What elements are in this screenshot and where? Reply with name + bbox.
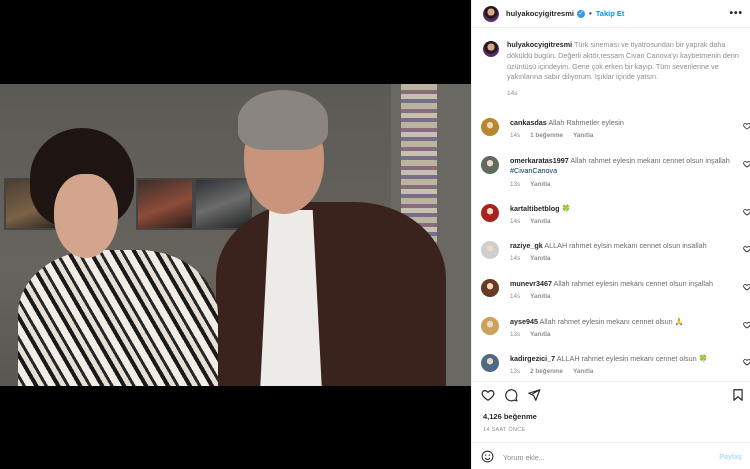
commenter-username[interactable]: omerkaratas1997 (510, 156, 569, 165)
commenter-username[interactable]: kadirgezici_7 (510, 354, 555, 363)
profile-avatar[interactable] (483, 5, 499, 22)
heart-outline-icon[interactable] (481, 388, 495, 402)
comment-item: omerkaratas1997 Allah rahmet eylesin mek… (481, 156, 750, 188)
reply-button[interactable]: Yanıtla (530, 255, 550, 262)
comment-text: Allah Rahmetler eylesin (548, 118, 624, 127)
comment-item: ayse945 Allah rahmet eylesin mekanı cenn… (481, 317, 750, 338)
comment-text: Allah rahmet eylesin mekanı cennet olsun… (553, 279, 713, 288)
commenter-avatar[interactable] (481, 354, 499, 372)
comment-heart-icon[interactable] (743, 208, 750, 216)
comment-time[interactable]: 14s (510, 218, 520, 225)
commenter-username[interactable]: raziye_gk (510, 241, 543, 250)
bookmark-icon[interactable] (731, 388, 745, 402)
post-comment-button[interactable]: Paylaş (719, 452, 742, 461)
reply-button[interactable]: Yanıtla (530, 181, 550, 188)
comment-hashtag[interactable]: #CivanCanova (510, 166, 557, 175)
comment-item: raziye_gk ALLAH rahmet eylsin mekanı cen… (481, 241, 750, 262)
comment-like-count[interactable]: 2 beğenme (530, 368, 563, 375)
commenter-username[interactable]: munevr3467 (510, 279, 552, 288)
comment-heart-icon[interactable] (743, 321, 750, 329)
comment-heart-icon[interactable] (743, 358, 750, 366)
post-actions: 4,126 beğenme 14 SAAT ÖNCE Paylaş (472, 381, 750, 469)
comment-heart-icon[interactable] (743, 283, 750, 291)
comment-text: ALLAH rahmet eylesin mekanı cennet olsun (556, 354, 697, 363)
comment-input[interactable] (503, 450, 703, 464)
comment-text: Allah rahmet eylesin mekanı cennet olsun (539, 317, 673, 326)
comment-emoji: 🍀 (561, 204, 571, 213)
header-separator: • (588, 9, 592, 18)
commenter-username[interactable]: ayse945 (510, 317, 538, 326)
comment-time[interactable]: 13s (510, 368, 520, 375)
verified-badge-icon: ✓ (576, 9, 585, 18)
photo-person-woman (18, 128, 218, 386)
reply-button[interactable]: Yanıtla (530, 331, 550, 338)
add-comment-bar: Paylaş (472, 442, 750, 469)
photo-person-man (216, 90, 446, 386)
post-media-pane (0, 0, 471, 469)
comment-item: kartaltibetblog 🍀 14s Yanıtla (481, 204, 750, 225)
smiley-icon[interactable] (481, 450, 494, 463)
commenter-avatar[interactable] (481, 317, 499, 335)
comment-emoji: 🍀 (698, 354, 708, 363)
post-username[interactable]: hulyakocyigitresmi (506, 9, 574, 18)
comment-text: ALLAH rahmet eylsin mekanı cennet olsun … (544, 241, 707, 250)
commenter-avatar[interactable] (481, 204, 499, 222)
post-timestamp[interactable]: 14 SAAT ÖNCE (483, 427, 526, 433)
comment-item: kadirgezici_7 ALLAH rahmet eylesin mekan… (481, 354, 750, 375)
commenter-avatar[interactable] (481, 241, 499, 259)
post-header: hulyakocyigitresmi ✓ • Takip Et ••• (472, 0, 750, 28)
comment-time[interactable]: 13s (510, 181, 520, 188)
reply-button[interactable]: Yanıtla (573, 368, 593, 375)
more-options-icon[interactable]: ••• (729, 8, 743, 19)
comment-time[interactable]: 13s (510, 331, 520, 338)
comment-heart-icon[interactable] (743, 160, 750, 168)
comment-time[interactable]: 14s (510, 255, 520, 262)
reply-button[interactable]: Yanıtla (530, 293, 550, 300)
commenter-avatar[interactable] (481, 279, 499, 297)
post-photo[interactable] (0, 84, 471, 386)
commenter-avatar[interactable] (481, 156, 499, 174)
comment-item: cankasdas Allah Rahmetler eylesin 14s 1 be… (481, 118, 750, 139)
post-caption: hulyakocyigitresmi Türk sineması ve tiya… (483, 40, 745, 97)
like-count[interactable]: 4,126 beğenme (483, 412, 537, 421)
caption-username[interactable]: hulyakocyigitresmi (507, 40, 572, 49)
comment-item: munevr3467 Allah rahmet eylesin mekanı c… (481, 279, 750, 300)
commenter-avatar[interactable] (481, 118, 499, 136)
commenter-username[interactable]: kartaltibetblog (510, 204, 560, 213)
commenter-username[interactable]: cankasdas (510, 118, 547, 127)
comment-text: Allah rahmet eylesin mekanı cennet olsun… (570, 156, 730, 165)
comment-heart-icon[interactable] (743, 245, 750, 253)
reply-button[interactable]: Yanıtla (573, 132, 593, 139)
post-side-panel: hulyakocyigitresmi ✓ • Takip Et ••• huly… (471, 0, 750, 469)
paper-plane-icon[interactable] (527, 388, 541, 402)
caption-time[interactable]: 14s (507, 90, 743, 97)
caption-avatar[interactable] (483, 41, 499, 57)
follow-button[interactable]: Takip Et (596, 9, 625, 18)
comment-icon[interactable] (504, 388, 518, 402)
comment-time[interactable]: 14s (510, 293, 520, 300)
comment-time[interactable]: 14s (510, 132, 520, 139)
comment-emoji: 🙏 (674, 317, 684, 326)
reply-button[interactable]: Yanıtla (530, 218, 550, 225)
comment-heart-icon[interactable] (743, 122, 750, 130)
comment-like-count[interactable]: 1 beğenme (530, 132, 563, 139)
